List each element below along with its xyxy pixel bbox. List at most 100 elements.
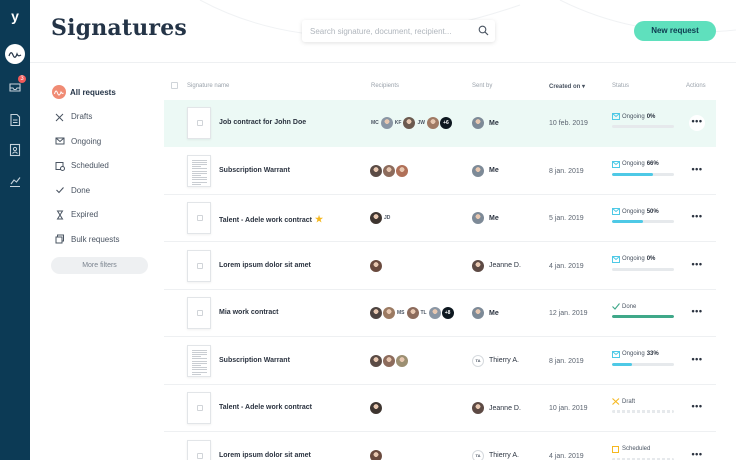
status-badge: Done xyxy=(612,303,674,310)
status-badge: Ongoing 33% xyxy=(612,350,674,358)
avatar[interactable] xyxy=(370,307,382,319)
table-row[interactable]: Subscription Warrant Me 8 jan. 2019 Ongoing… xyxy=(164,148,716,195)
recipient-initials[interactable]: JW xyxy=(417,120,425,126)
sender-name: Me xyxy=(489,309,499,317)
search-box[interactable] xyxy=(302,20,495,42)
document-thumbnail[interactable] xyxy=(187,439,211,460)
progress-bar xyxy=(612,267,674,271)
signature-name[interactable]: Subscription Warrant xyxy=(219,357,290,364)
column-header-recipients[interactable]: Recipients xyxy=(371,83,399,89)
sent-by: Me xyxy=(472,164,499,177)
avatar[interactable] xyxy=(370,402,382,414)
row-actions-menu-icon[interactable]: ••• xyxy=(689,210,705,226)
document-icon[interactable] xyxy=(8,113,22,127)
document-thumbnail[interactable] xyxy=(187,344,211,377)
table-row[interactable]: Subscription Warrant TA Thierry A. 8 jan. 2… xyxy=(164,338,716,385)
filter-ongoing[interactable]: Ongoing xyxy=(51,129,151,154)
recipients-list xyxy=(370,259,383,273)
recipient-initials[interactable]: MS xyxy=(397,310,405,316)
document-thumbnail[interactable] xyxy=(187,249,211,282)
avatar[interactable] xyxy=(428,307,441,319)
analytics-icon[interactable] xyxy=(8,174,22,188)
filter-drafts[interactable]: Drafts xyxy=(51,105,151,130)
signature-name[interactable]: Lorem ipsum dolor sit amet xyxy=(219,452,311,459)
signature-name-text: Talent - Adele work contract xyxy=(219,217,312,224)
recipient-initials[interactable]: JD xyxy=(384,215,390,221)
status-badge: Ongoing 50% xyxy=(612,208,674,215)
signature-name[interactable]: Mia work contract xyxy=(219,309,279,316)
avatar[interactable] xyxy=(403,117,416,129)
column-header-sent-by[interactable]: Sent by xyxy=(472,83,492,89)
avatar[interactable] xyxy=(396,164,408,177)
nav-signatures-button[interactable] xyxy=(5,44,25,64)
sender-avatar xyxy=(472,259,484,272)
star-icon[interactable]: ★ xyxy=(315,214,323,224)
row-actions-menu-icon[interactable]: ••• xyxy=(689,448,705,460)
filter-done[interactable]: Done xyxy=(51,178,151,203)
more-recipients-badge[interactable]: +6 xyxy=(439,117,452,129)
filter-expired[interactable]: Expired xyxy=(51,203,151,228)
document-thumbnail[interactable] xyxy=(187,297,211,329)
signature-name[interactable]: Job contract for John Doe xyxy=(219,119,306,126)
column-header-created-on[interactable]: Created on ▾ xyxy=(549,83,585,90)
recipient-initials[interactable]: TL xyxy=(421,310,427,316)
more-filters-button[interactable]: More filters xyxy=(51,257,148,274)
column-header-actions: Actions xyxy=(686,83,706,89)
avatar[interactable] xyxy=(426,117,439,129)
avatar[interactable] xyxy=(380,117,393,129)
table-header: Signature name Recipients Sent by Create… xyxy=(164,80,716,92)
status-text: Ongoing xyxy=(622,351,645,357)
table-row[interactable]: Talent - Adele work contract ★ JD Me 5 jan. … xyxy=(164,195,716,242)
sent-by: Me xyxy=(472,117,499,129)
new-request-button[interactable]: New request xyxy=(634,21,716,41)
status-text: Ongoing xyxy=(622,256,645,262)
row-actions-menu-icon[interactable]: ••• xyxy=(689,163,705,179)
avatar[interactable] xyxy=(370,212,382,224)
row-actions-menu-icon[interactable]: ••• xyxy=(689,353,705,369)
avatar[interactable] xyxy=(383,354,395,367)
signature-name-text: Mia work contract xyxy=(219,309,279,316)
table-row[interactable]: Talent - Adele work contract Jeanne D. 10 … xyxy=(164,385,716,432)
filter-scheduled[interactable]: Scheduled xyxy=(51,154,151,179)
row-actions-menu-icon[interactable]: ••• xyxy=(689,258,705,274)
created-date: 5 jan. 2019 xyxy=(549,215,584,222)
filter-all-requests[interactable]: All requests xyxy=(51,80,151,105)
avatar[interactable] xyxy=(370,449,382,460)
column-header-name[interactable]: Signature name xyxy=(187,83,229,89)
more-recipients-badge[interactable]: +8 xyxy=(441,307,454,319)
recipient-initials[interactable]: KF xyxy=(395,120,402,126)
row-actions-menu-icon[interactable]: ••• xyxy=(689,115,705,131)
contacts-icon[interactable] xyxy=(8,143,22,157)
search-icon[interactable] xyxy=(478,25,489,36)
document-thumbnail[interactable] xyxy=(187,107,211,139)
row-actions-menu-icon[interactable]: ••• xyxy=(689,400,705,416)
table-row[interactable]: Lorem ipsum dolor sit amet TA Thierry A. 4 … xyxy=(164,433,716,460)
document-thumbnail[interactable] xyxy=(187,154,211,187)
table-row[interactable]: Job contract for John Doe MC KF JW +6 Me 10 fe… xyxy=(164,100,716,147)
avatar[interactable] xyxy=(383,164,395,177)
signature-name[interactable]: Talent - Adele work contract ★ xyxy=(219,214,323,225)
row-actions-menu-icon[interactable]: ••• xyxy=(689,305,705,321)
sent-by: Me xyxy=(472,212,499,224)
avatar[interactable] xyxy=(370,259,382,272)
recipients-list xyxy=(370,354,409,368)
recipient-initials[interactable]: MC xyxy=(371,120,379,126)
signature-name[interactable]: Talent - Adele work contract xyxy=(219,404,312,411)
filter-bulk-requests[interactable]: Bulk requests xyxy=(51,227,151,252)
signature-name[interactable]: Subscription Warrant xyxy=(219,167,290,174)
avatar[interactable] xyxy=(370,354,382,367)
avatar[interactable] xyxy=(383,307,395,319)
table-row[interactable]: Lorem ipsum dolor sit amet Jeanne D. 4 jan… xyxy=(164,243,716,290)
search-input[interactable] xyxy=(310,24,475,38)
document-thumbnail[interactable] xyxy=(187,392,211,424)
avatar[interactable] xyxy=(396,354,408,367)
document-thumbnail[interactable] xyxy=(187,202,211,234)
select-all-checkbox[interactable] xyxy=(171,82,178,89)
app-logo[interactable]: y xyxy=(7,8,23,24)
recipients-list xyxy=(370,449,383,460)
signature-name[interactable]: Lorem ipsum dolor sit amet xyxy=(219,262,311,269)
table-row[interactable]: Mia work contract MS TL +8 Me 12 jan. 2019 Don… xyxy=(164,290,716,337)
column-header-status[interactable]: Status xyxy=(612,83,629,89)
avatar[interactable] xyxy=(370,164,382,177)
avatar[interactable] xyxy=(406,307,419,319)
